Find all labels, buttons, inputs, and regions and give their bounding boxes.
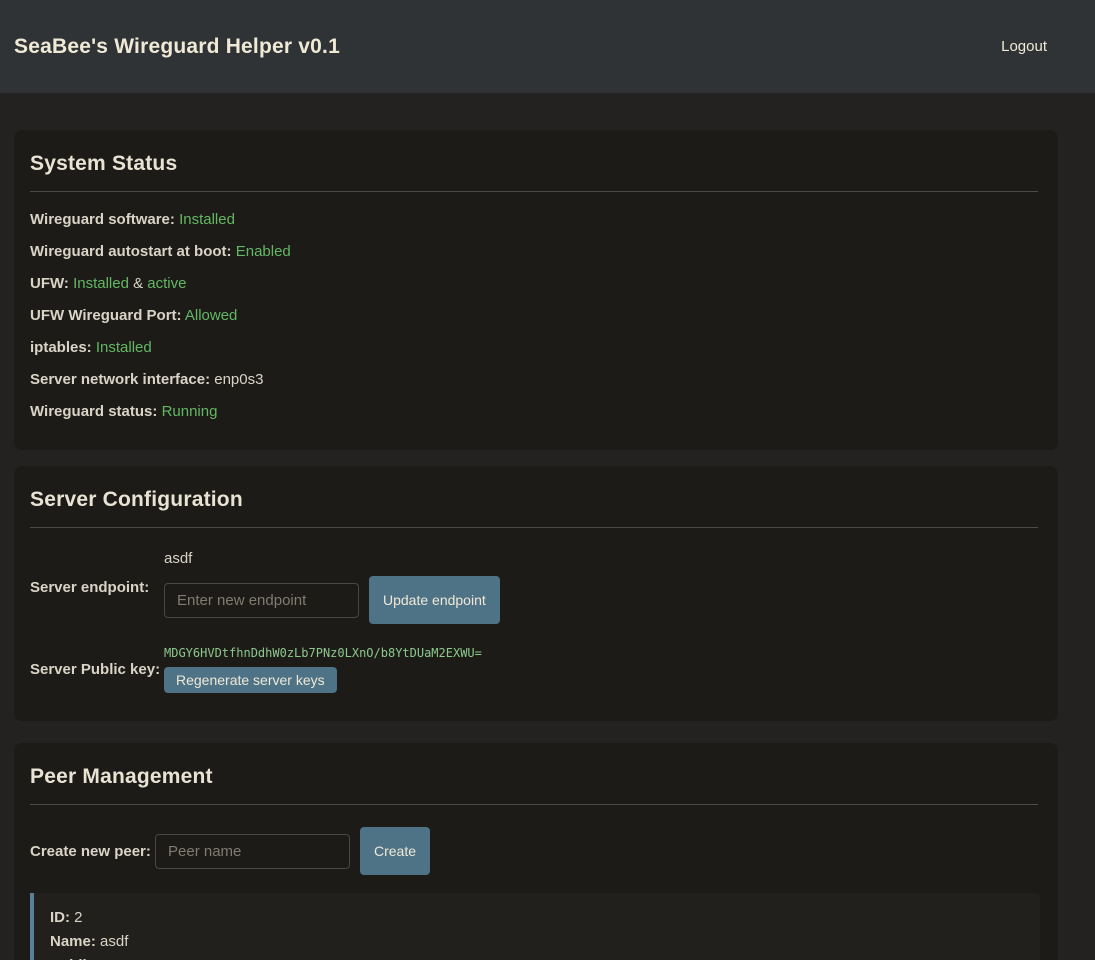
system-status-card: System Status Wireguard software: Instal…: [14, 130, 1058, 450]
status-value: Installed: [179, 211, 235, 228]
server-endpoint-current-value: asdf: [164, 550, 500, 567]
server-configuration-card: Server Configuration Server endpoint: as…: [14, 466, 1058, 721]
status-value: enp0s3: [214, 371, 263, 388]
create-peer-row: Create new peer: Create: [30, 827, 1040, 875]
status-value: active: [147, 275, 186, 292]
server-endpoint-row: Server endpoint: asdf Update endpoint: [30, 550, 1040, 624]
status-row-ufw-port: UFW Wireguard Port: Allowed: [30, 306, 1040, 326]
status-row-wireguard-software: Wireguard software: Installed: [30, 210, 1040, 230]
peer-id-label: ID:: [50, 909, 70, 926]
server-configuration-heading: Server Configuration: [30, 488, 1040, 512]
status-separator: &: [133, 275, 143, 292]
peer-name-input[interactable]: [155, 834, 350, 869]
regenerate-server-keys-button[interactable]: Regenerate server keys: [164, 667, 337, 693]
app-title: SeaBee's Wireguard Helper v0.1: [14, 35, 340, 59]
server-public-key-value-group: MDGY6HVDtfhnDdhW0zLb7PNz0LXnO/b8YtDUaM2E…: [164, 646, 482, 693]
system-status-heading: System Status: [30, 152, 1040, 176]
main-content: System Status Wireguard software: Instal…: [14, 130, 1058, 960]
peer-name-line: Name: asdf: [50, 930, 1024, 954]
status-row-network-interface: Server network interface: enp0s3: [30, 370, 1040, 390]
status-label: Wireguard status:: [30, 403, 157, 420]
server-endpoint-value-group: asdf Update endpoint: [164, 550, 500, 624]
status-value: Allowed: [185, 307, 238, 324]
status-value: Installed: [73, 275, 129, 292]
server-public-key-value: MDGY6HVDtfhnDdhW0zLb7PNz0LXnO/b8YtDUaM2E…: [164, 646, 482, 660]
peer-id-line: ID: 2: [50, 906, 1024, 930]
status-label: UFW:: [30, 275, 69, 292]
status-label: Wireguard autostart at boot:: [30, 243, 232, 260]
peer-public-key-line: Public Key: ckyOHj5Bk8707gAYmcn81Zt1//5y…: [50, 954, 1024, 960]
status-row-iptables: iptables: Installed: [30, 338, 1040, 358]
server-endpoint-input-row: Update endpoint: [164, 576, 500, 624]
status-value: Enabled: [236, 243, 291, 260]
server-public-key-button-row: Regenerate server keys: [164, 667, 482, 693]
create-peer-input-row: Create: [155, 827, 430, 875]
peer-management-card: Peer Management Create new peer: Create …: [14, 743, 1058, 960]
status-row-wireguard-status: Wireguard status: Running: [30, 402, 1040, 422]
divider: [30, 191, 1038, 192]
status-label: UFW Wireguard Port:: [30, 307, 182, 324]
server-public-key-row: Server Public key: MDGY6HVDtfhnDdhW0zLb7…: [30, 646, 1040, 693]
update-endpoint-button[interactable]: Update endpoint: [369, 576, 500, 624]
peer-name-label: Name:: [50, 933, 96, 950]
peer-list-item: ID: 2 Name: asdf Public Key: ckyOHj5Bk87…: [30, 893, 1040, 960]
status-value: Installed: [96, 339, 152, 356]
server-endpoint-label: Server endpoint:: [30, 579, 164, 596]
server-public-key-label: Server Public key:: [30, 661, 164, 678]
peer-management-heading: Peer Management: [30, 765, 1040, 789]
logout-link[interactable]: Logout: [1001, 38, 1047, 55]
status-label: iptables:: [30, 339, 92, 356]
status-row-autostart: Wireguard autostart at boot: Enabled: [30, 242, 1040, 262]
divider: [30, 804, 1038, 805]
divider: [30, 527, 1038, 528]
create-peer-button[interactable]: Create: [360, 827, 430, 875]
create-peer-label: Create new peer:: [30, 843, 155, 860]
status-label: Server network interface:: [30, 371, 210, 388]
status-label: Wireguard software:: [30, 211, 175, 228]
status-value: Running: [162, 403, 218, 420]
peer-id-value: 2: [74, 909, 82, 926]
status-row-ufw: UFW: Installed & active: [30, 274, 1040, 294]
peer-name-value: asdf: [100, 933, 128, 950]
app-header: SeaBee's Wireguard Helper v0.1 Logout: [0, 0, 1095, 93]
endpoint-input[interactable]: [164, 583, 359, 618]
